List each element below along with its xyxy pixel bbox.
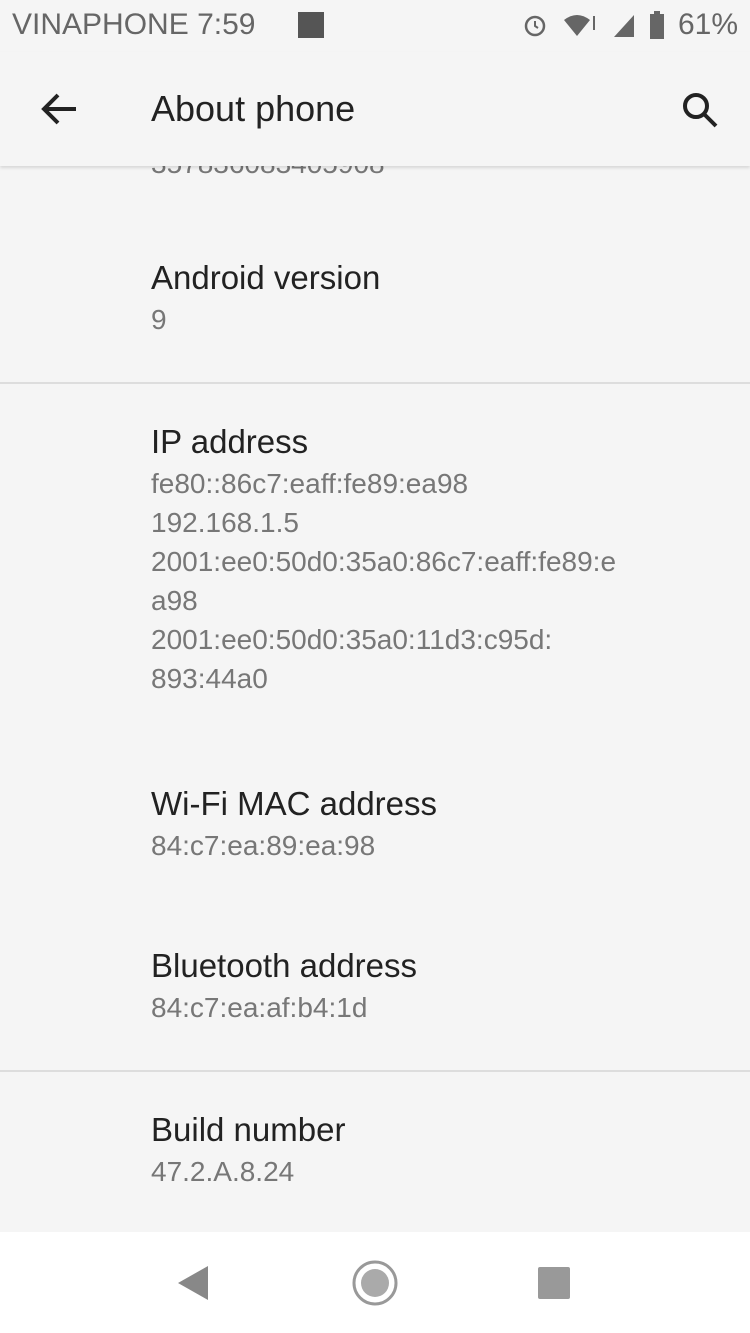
item-value: 47.2.A.8.24: [151, 1156, 295, 1187]
carrier-time: VINAPHONE 7:59: [12, 8, 255, 42]
battery-icon: [649, 11, 664, 39]
wifi-icon: [563, 15, 595, 36]
item-build-number[interactable]: Build number 47.2.A.8.24: [151, 1108, 711, 1191]
sim-card-icon: [298, 12, 324, 38]
divider: [0, 382, 750, 384]
item-title: Build number: [151, 1111, 346, 1148]
status-bar: VINAPHONE 7:59 61%: [0, 0, 750, 52]
page-title: About phone: [151, 88, 356, 129]
navigation-bar: [0, 1232, 750, 1333]
item-title: Android version: [151, 259, 381, 296]
app-bar: About phone: [0, 52, 750, 166]
item-wifi-mac[interactable]: Wi-Fi MAC address 84:c7:ea:89:ea:98: [151, 782, 711, 865]
battery-percent: 61%: [677, 8, 738, 41]
nav-home-icon[interactable]: [351, 1259, 399, 1307]
carrier: VINAPHONE: [12, 8, 189, 41]
nav-recents-icon[interactable]: [538, 1267, 570, 1299]
item-value: 84:c7:ea:89:ea:98: [151, 830, 376, 861]
item-value: fe80::86c7:eaff:fe89:ea98 192.168.1.5 20…: [151, 468, 617, 694]
settings-list[interactable]: 357836083405908 Android version9 IP addr…: [0, 120, 750, 1232]
item-android-version[interactable]: Android version 9: [151, 256, 711, 339]
clock: 7:59: [197, 8, 256, 41]
item-ip-address[interactable]: IP addressfe80::86c7:eaff:fe89:ea98 192.…: [151, 420, 711, 698]
divider: [0, 1070, 750, 1072]
item-title: IP address: [151, 423, 309, 460]
item-title: Bluetooth address: [151, 947, 418, 984]
item-value: 9: [151, 304, 167, 335]
arrow-back-icon[interactable]: [38, 88, 80, 130]
signal-icon: [613, 15, 634, 37]
item-bluetooth-address[interactable]: Bluetooth address 84:c7:ea:af:b4:1d: [151, 944, 711, 1027]
nav-back-icon[interactable]: [178, 1266, 210, 1300]
item-value: 84:c7:ea:af:b4:1d: [151, 992, 368, 1023]
item-title: Wi-Fi MAC address: [151, 785, 438, 822]
search-icon[interactable]: [680, 90, 720, 130]
alarm-icon: [524, 15, 546, 37]
